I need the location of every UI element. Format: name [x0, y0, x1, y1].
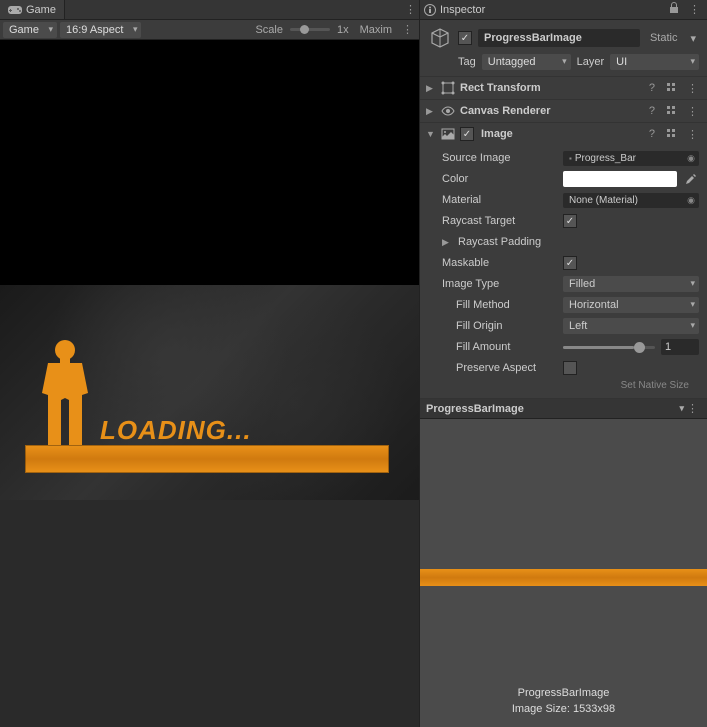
game-scene: LOADING... — [0, 285, 419, 500]
preset-icon[interactable] — [663, 82, 679, 95]
layer-label: Layer — [577, 56, 605, 68]
maximize-label[interactable]: Maxim — [356, 24, 396, 36]
below-game-area — [0, 500, 419, 727]
help-icon[interactable]: ? — [646, 105, 658, 117]
loading-progress-bar — [25, 445, 389, 473]
scale-label: Scale — [251, 24, 287, 36]
inspector-tab-label[interactable]: Inspector — [440, 4, 662, 16]
component-menu-icon[interactable]: ⋮ — [684, 82, 701, 95]
fill-method-label: Fill Method — [456, 299, 557, 311]
image-type-label: Image Type — [442, 278, 557, 290]
preview-title: ProgressBarImage — [426, 403, 684, 415]
scale-value: 1x — [333, 24, 353, 36]
component-menu-icon[interactable]: ⋮ — [684, 105, 701, 118]
expand-arrow-icon[interactable]: ▶ — [442, 237, 452, 248]
set-native-size-button[interactable]: Set Native Size — [617, 380, 693, 392]
fill-amount-value[interactable]: 1 — [661, 339, 699, 355]
component-menu-icon[interactable]: ⋮ — [684, 128, 701, 141]
fill-amount-label: Fill Amount — [456, 341, 557, 353]
gameobject-icon — [428, 26, 452, 50]
image-enabled-checkbox[interactable] — [460, 127, 474, 141]
layer-dropdown[interactable]: UI — [610, 54, 699, 70]
object-header: ProgressBarImage Static ▾ Tag Untagged L… — [420, 20, 707, 77]
canvas-renderer-header[interactable]: ▶ Canvas Renderer ? ⋮ — [420, 100, 707, 122]
raycast-target-checkbox[interactable] — [563, 214, 577, 228]
inspector-tab-bar: Inspector ⋮ — [420, 0, 707, 20]
help-icon[interactable]: ? — [646, 82, 658, 94]
fill-method-dropdown[interactable]: Horizontal — [563, 297, 699, 313]
soldier-silhouette-icon — [30, 335, 100, 455]
preview-section: ProgressBarImage ⋮ ProgressBarImage Imag… — [420, 399, 707, 727]
game-tab[interactable]: Game — [0, 0, 65, 19]
object-enabled-checkbox[interactable] — [458, 31, 472, 45]
preview-caption-name: ProgressBarImage — [420, 686, 707, 701]
preview-progress-bar-image — [420, 569, 707, 586]
fill-origin-label: Fill Origin — [456, 320, 557, 332]
gamepad-icon — [8, 5, 22, 15]
image-icon — [441, 127, 455, 141]
help-icon[interactable]: ? — [646, 128, 658, 140]
fill-origin-dropdown[interactable]: Left — [563, 318, 699, 334]
game-tab-label: Game — [26, 4, 56, 16]
inspector-menu-icon[interactable]: ⋮ — [686, 3, 703, 16]
maskable-checkbox[interactable] — [563, 256, 577, 270]
rect-transform-header[interactable]: ▶ Rect Transform ? ⋮ — [420, 77, 707, 99]
lock-icon[interactable] — [666, 2, 682, 17]
tag-dropdown[interactable]: Untagged — [482, 54, 571, 70]
image-component-header[interactable]: ▼ Image ? ⋮ — [420, 123, 707, 145]
aspect-dropdown[interactable]: 16:9 Aspect — [60, 22, 142, 38]
material-label: Material — [442, 194, 557, 206]
image-type-dropdown[interactable]: Filled — [563, 276, 699, 292]
inspector-panel: Inspector ⋮ ProgressBarImage Static ▾ Ta… — [419, 0, 707, 727]
component-title: Image — [481, 128, 641, 140]
expand-arrow-icon[interactable]: ▶ — [426, 106, 436, 117]
eyedropper-icon[interactable] — [683, 171, 699, 187]
preview-header[interactable]: ProgressBarImage ⋮ — [420, 399, 707, 419]
preview-caption-size: Image Size: 1533x98 — [420, 702, 707, 717]
material-field[interactable]: None (Material) — [563, 193, 699, 208]
preset-icon[interactable] — [663, 105, 679, 118]
preview-caption: ProgressBarImage Image Size: 1533x98 — [420, 686, 707, 717]
eye-icon — [441, 104, 455, 118]
source-image-field[interactable]: Progress_Bar — [563, 151, 699, 166]
rect-transform-icon — [441, 81, 455, 95]
color-field[interactable] — [563, 171, 677, 187]
game-toolbar: Game 16:9 Aspect Scale 1x Maxim ⋮ — [0, 20, 419, 40]
preview-menu-icon[interactable]: ⋮ — [684, 402, 701, 415]
game-toolbar-menu-icon[interactable]: ⋮ — [399, 23, 416, 36]
static-dropdown-arrow-icon[interactable]: ▾ — [687, 32, 699, 45]
canvas-renderer-component: ▶ Canvas Renderer ? ⋮ — [420, 100, 707, 123]
game-tab-bar: Game ⋮ — [0, 0, 419, 20]
object-name-field[interactable]: ProgressBarImage — [478, 29, 640, 47]
component-title: Canvas Renderer — [460, 105, 641, 117]
loading-text: LOADING... — [100, 415, 252, 446]
maskable-label: Maskable — [442, 257, 557, 269]
game-panel: Game ⋮ Game 16:9 Aspect Scale 1x Maxim ⋮… — [0, 0, 419, 727]
fill-amount-slider[interactable] — [563, 346, 655, 349]
raycast-target-label: Raycast Target — [442, 215, 557, 227]
expand-arrow-icon[interactable]: ▼ — [426, 129, 436, 139]
preserve-aspect-label: Preserve Aspect — [456, 362, 557, 374]
game-view: LOADING... — [0, 40, 419, 500]
image-component: ▼ Image ? ⋮ Source Image Progress_Bar Co… — [420, 123, 707, 399]
game-panel-menu-icon[interactable]: ⋮ — [402, 3, 419, 16]
source-image-label: Source Image — [442, 152, 557, 164]
color-label: Color — [442, 173, 557, 185]
preview-body: ProgressBarImage Image Size: 1533x98 — [420, 419, 707, 727]
expand-arrow-icon[interactable]: ▶ — [426, 83, 436, 94]
preset-icon[interactable] — [663, 128, 679, 141]
preserve-aspect-checkbox[interactable] — [563, 361, 577, 375]
component-title: Rect Transform — [460, 82, 641, 94]
rect-transform-component: ▶ Rect Transform ? ⋮ — [420, 77, 707, 100]
info-icon — [424, 4, 436, 16]
static-label[interactable]: Static — [646, 32, 682, 44]
raycast-padding-label: Raycast Padding — [458, 236, 563, 248]
tag-label: Tag — [458, 56, 476, 68]
scale-slider[interactable] — [290, 28, 330, 31]
display-dropdown[interactable]: Game — [3, 22, 57, 38]
